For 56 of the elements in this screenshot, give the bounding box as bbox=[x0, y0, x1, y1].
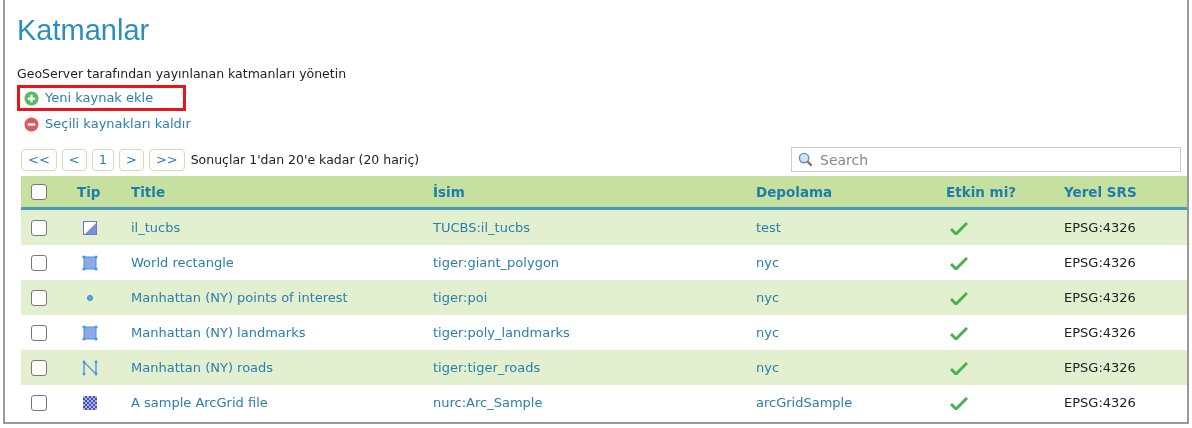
layer-name-link[interactable]: tiger:poly_landmarks bbox=[433, 325, 570, 340]
action-link[interactable]: Yeni kaynak ekle bbox=[17, 85, 187, 111]
column-header[interactable]: Depolama bbox=[756, 176, 946, 209]
srs-text: EPSG:4326 bbox=[1064, 220, 1136, 235]
store-link[interactable]: nyc bbox=[756, 255, 780, 270]
column-header[interactable]: Etkin mi? bbox=[946, 176, 1064, 209]
row-checkbox[interactable] bbox=[31, 394, 47, 411]
column-header[interactable]: Title bbox=[131, 176, 433, 209]
srs-text: EPSG:4326 bbox=[1064, 325, 1136, 340]
srs-text: EPSG:4326 bbox=[1064, 360, 1136, 375]
layer-title-link[interactable]: A sample ArcGrid file bbox=[131, 395, 268, 410]
row-checkbox[interactable] bbox=[31, 359, 47, 376]
row-checkbox[interactable] bbox=[31, 254, 47, 271]
layer-title-link[interactable]: World rectangle bbox=[131, 255, 234, 270]
description: GeoServer tarafından yayınlanan katmanları yönetin bbox=[17, 66, 348, 81]
srs-text: EPSG:4326 bbox=[1064, 395, 1136, 410]
store-link[interactable]: arcGridSample bbox=[756, 395, 853, 410]
row-checkbox[interactable] bbox=[31, 324, 47, 341]
raster-icon bbox=[82, 219, 98, 236]
column-header[interactable]: İsim bbox=[433, 176, 756, 209]
action-link[interactable]: Seçili kaynakları kaldır bbox=[17, 111, 224, 137]
column-header[interactable]: Tip bbox=[77, 176, 131, 209]
pager-button[interactable]: 1 bbox=[91, 148, 114, 171]
layer-name-link[interactable]: tiger:poi bbox=[433, 290, 488, 305]
row-checkbox[interactable] bbox=[31, 219, 47, 236]
layer-name-link[interactable]: nurc:Arc_Sample bbox=[433, 395, 543, 410]
pager-button[interactable]: > bbox=[119, 148, 144, 171]
store-link[interactable]: nyc bbox=[756, 325, 780, 340]
srs-text: EPSG:4326 bbox=[1064, 255, 1136, 270]
pager-button[interactable]: << bbox=[21, 148, 57, 171]
srs-text: EPSG:4326 bbox=[1064, 290, 1136, 305]
results-summary: Sonuçlar 1'dan 20'e kadar (20 hariç) bbox=[190, 152, 420, 167]
store-link[interactable]: test bbox=[756, 220, 781, 235]
grid-icon bbox=[82, 394, 98, 411]
page-title: Katmanlar bbox=[17, 13, 151, 48]
store-link[interactable]: nyc bbox=[756, 360, 780, 375]
layer-title-link[interactable]: Manhattan (NY) landmarks bbox=[131, 325, 306, 340]
remove-icon bbox=[24, 116, 39, 132]
line-icon bbox=[82, 359, 98, 376]
layer-name-link[interactable]: tiger:tiger_roads bbox=[433, 360, 541, 375]
search-field[interactable]: Search bbox=[791, 147, 1181, 172]
layer-title-link[interactable]: il_tucbs bbox=[131, 220, 181, 235]
pager-button[interactable]: >> bbox=[148, 148, 185, 171]
layer-name-link[interactable]: TUCBS:il_tucbs bbox=[433, 220, 531, 235]
select-all-checkbox[interactable] bbox=[31, 183, 47, 200]
polygon-icon bbox=[82, 254, 98, 271]
store-link[interactable]: nyc bbox=[756, 290, 780, 305]
layer-title-link[interactable]: Manhattan (NY) points of interest bbox=[131, 290, 348, 305]
layer-name-link[interactable]: tiger:giant_polygon bbox=[433, 255, 560, 270]
column-header[interactable]: Yerel SRS bbox=[1064, 176, 1187, 209]
row-checkbox[interactable] bbox=[31, 289, 47, 306]
pager-button[interactable]: < bbox=[61, 148, 87, 171]
layer-title-link[interactable]: Manhattan (NY) roads bbox=[131, 360, 274, 375]
polygon-icon bbox=[82, 324, 98, 341]
add-icon bbox=[24, 90, 39, 106]
search-icon bbox=[798, 152, 813, 167]
